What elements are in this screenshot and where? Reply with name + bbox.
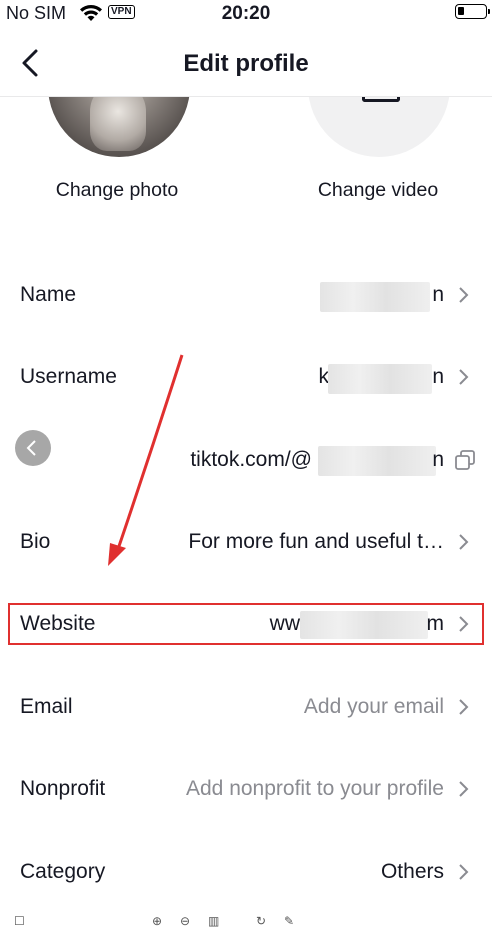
email-value: Add your email [303, 695, 444, 718]
chevron-right-icon [459, 699, 469, 715]
category-label: Category [20, 860, 106, 883]
floating-back-button[interactable] [15, 430, 51, 466]
rotate-icon: ↻ [256, 914, 267, 928]
chevron-right-icon [459, 864, 469, 880]
chevron-right-icon [459, 287, 469, 303]
profile-photo[interactable] [48, 97, 190, 157]
profile-link-prefix: tiktok.com/@ [190, 448, 312, 471]
bottom-toolbar: ☐ ⊕ ⊖ ▥ ↻ ✎ [0, 906, 492, 928]
change-photo-button[interactable]: Change photo [32, 179, 202, 202]
category-value: Others [380, 860, 444, 883]
redacted-name [320, 282, 430, 312]
zoom-in-icon: ⊕ [152, 914, 163, 928]
bio-label: Bio [20, 530, 51, 553]
status-bar: No SIM VPN 20:20 [0, 0, 492, 30]
chevron-right-icon [459, 369, 469, 385]
website-highlight-box [8, 603, 484, 645]
name-value: n [432, 283, 444, 306]
profile-video[interactable] [308, 97, 450, 157]
page-title: Edit profile [183, 50, 309, 77]
grid-icon: ▥ [208, 914, 220, 928]
email-row[interactable]: Email Add your email [0, 666, 492, 748]
profile-media: Change photo Change video [0, 97, 492, 217]
pen-icon: ✎ [284, 914, 295, 928]
nonprofit-value: Add nonprofit to your profile [186, 777, 444, 800]
chevron-right-icon [459, 534, 469, 550]
chevron-right-icon [459, 781, 469, 797]
email-label: Email [20, 695, 73, 718]
copy-icon[interactable] [454, 449, 476, 471]
profile-link-row[interactable]: tiktok.com/@ n [0, 419, 492, 501]
username-row[interactable]: Username k n [0, 336, 492, 418]
nonprofit-row[interactable]: Nonprofit Add nonprofit to your profile [0, 748, 492, 830]
name-label: Name [20, 283, 77, 306]
username-value: n [432, 365, 444, 388]
nonprofit-label: Nonprofit [20, 777, 106, 800]
redacted-link [318, 446, 436, 476]
square-icon: ☐ [14, 914, 25, 928]
profile-link-value: n [432, 448, 444, 471]
battery-icon [455, 4, 490, 19]
redacted-username [328, 364, 432, 394]
category-row[interactable]: Category Others [0, 831, 492, 913]
camera-icon [362, 97, 400, 102]
change-video-button[interactable]: Change video [293, 179, 463, 202]
zoom-out-icon: ⊖ [180, 914, 191, 928]
nav-bar: Edit profile [0, 34, 492, 97]
name-row[interactable]: Name n [0, 254, 492, 336]
status-time: 20:20 [221, 3, 271, 24]
username-label: Username [20, 365, 117, 388]
bio-value: For more fun and useful t… [188, 530, 444, 553]
bio-row[interactable]: Bio For more fun and useful t… [0, 501, 492, 583]
chevron-left-icon [26, 440, 36, 456]
